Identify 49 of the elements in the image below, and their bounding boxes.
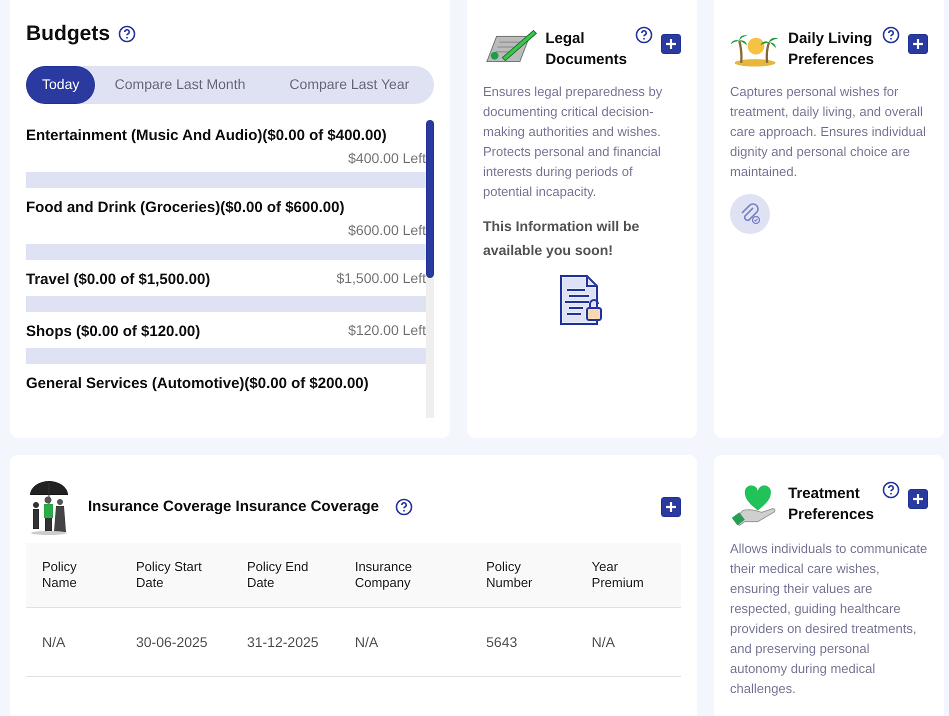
column-header: Year Premium — [576, 543, 681, 608]
help-icon[interactable] — [394, 498, 413, 516]
card-description: Allows individuals to communicate their medical care wishes, ensuring their values are respected, guiding healthcare providers on desired treatments, and preserving personal autonomy during medical challenges. — [730, 540, 928, 698]
help-icon[interactable] — [635, 26, 653, 44]
table-cell: 30-06-2025 — [120, 608, 231, 676]
plus-icon — [911, 37, 925, 51]
card-title: Legal Documents — [545, 29, 627, 70]
card-description: Captures personal wishes for treatment, daily living, and overall care approach. Ensures individual dignity and personal choice are maintained. — [730, 83, 927, 181]
budgets-title: Budgets — [26, 21, 110, 47]
period-tab[interactable]: Compare Last Year — [264, 66, 434, 104]
card-description: Ensures legal preparedness by documenting critical decision-making authorities and wishes. Protects personal and financial interests during periods of potential incapacity. — [483, 83, 664, 201]
column-header: Policy Start Date — [120, 543, 231, 608]
help-icon[interactable] — [882, 26, 900, 44]
budget-name: General Services (Automotive)($0.00 of $200.00) — [26, 374, 370, 394]
plus-icon — [664, 500, 678, 514]
help-icon[interactable] — [882, 481, 900, 499]
table-cell: N/A — [26, 608, 120, 676]
table-cell: N/A — [338, 608, 470, 676]
budget-remaining: $400.00 Left — [347, 148, 426, 168]
budget-name: Travel ($0.00 of $1,500.00) — [26, 270, 210, 290]
period-tab[interactable]: Compare Last Month — [95, 66, 265, 104]
budget-name: Food and Drink (Groceries)($0.00 of $600.00) — [26, 198, 346, 218]
insurance-title: Insurance Coverage Insurance Coverage — [88, 496, 379, 517]
add-button[interactable] — [661, 34, 681, 54]
availability-notice: This Information will be available you soon! — [483, 217, 640, 260]
budget-name: Shops ($0.00 of $120.00) — [26, 322, 200, 342]
table-cell: 31-12-2025 — [230, 608, 339, 676]
plus-icon — [664, 37, 678, 51]
table-cell: N/A — [576, 608, 681, 676]
budget-remaining: $600.00 Left — [347, 220, 426, 240]
card-title: Treatment Preferences — [788, 484, 874, 525]
column-header: Policy Number — [470, 543, 576, 608]
table-cell: 5643 — [470, 608, 576, 676]
locked-document-icon — [559, 274, 605, 326]
help-icon[interactable] — [118, 24, 136, 43]
column-header: Policy Name — [26, 543, 120, 608]
period-tab[interactable]: Today — [26, 66, 96, 104]
add-button[interactable] — [908, 489, 928, 509]
budget-name: Entertainment (Music And Audio)($0.00 of $400.00) — [26, 126, 388, 146]
attachment-button[interactable] — [730, 194, 770, 234]
plus-icon — [911, 492, 925, 506]
column-header: Policy End Date — [230, 543, 339, 608]
scrollbar-thumb[interactable] — [426, 120, 434, 278]
card-title: Daily Living Preferences — [788, 29, 874, 70]
column-header: Insurance Company — [338, 543, 470, 608]
budget-remaining: $1,500.00 Left — [336, 268, 426, 288]
add-button[interactable] — [908, 34, 928, 54]
budget-remaining: $120.00 Left — [348, 320, 426, 340]
add-button[interactable] — [661, 497, 681, 517]
